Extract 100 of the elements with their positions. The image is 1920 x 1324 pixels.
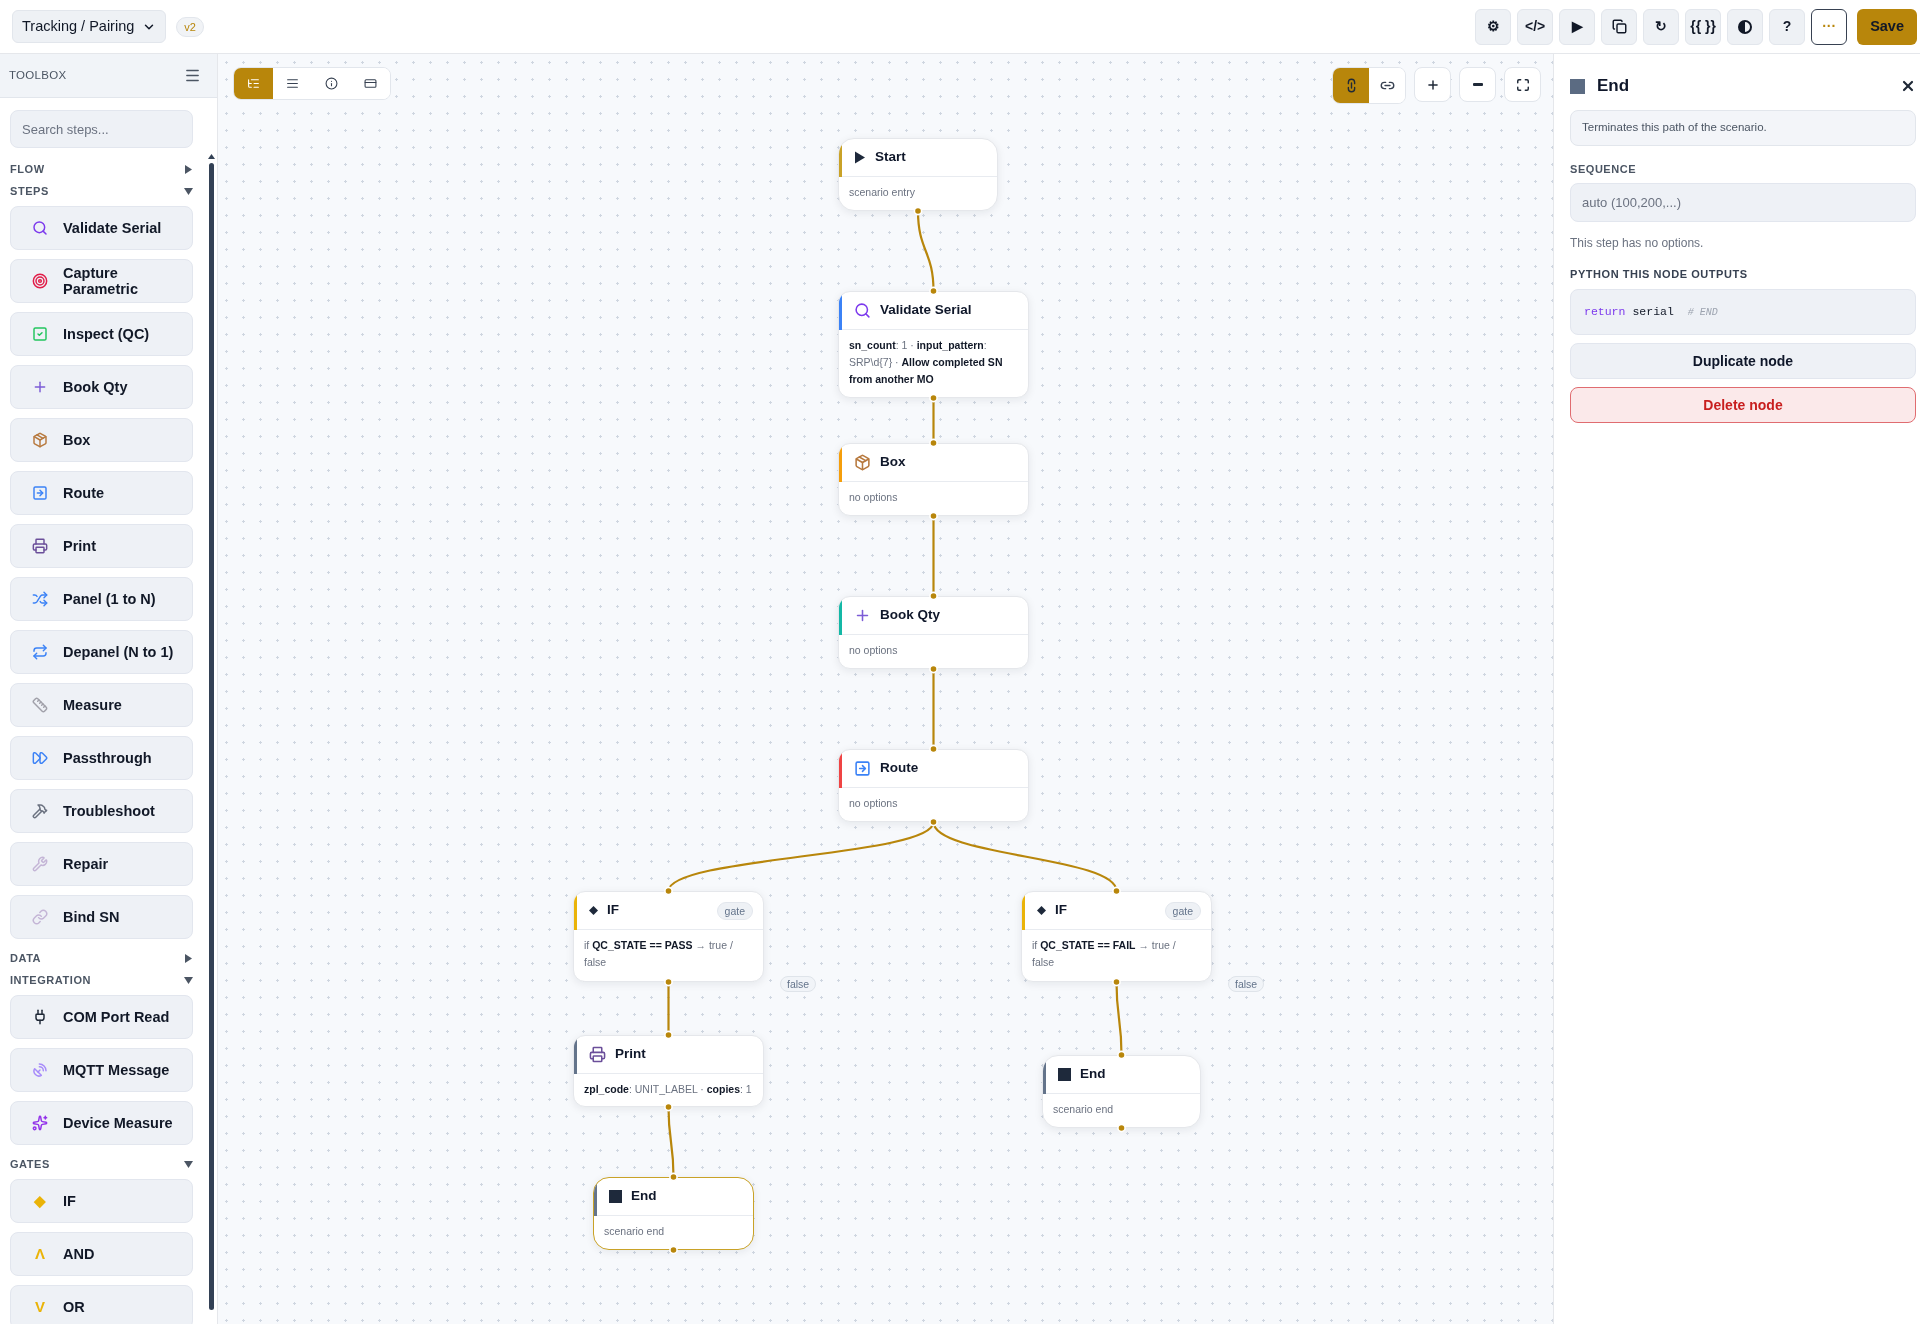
sequence-field[interactable]: auto (100,200,...) <box>1570 182 1916 222</box>
caret-right-icon <box>184 953 193 963</box>
flow-node[interactable]: Start scenario entry <box>838 138 998 211</box>
description-text: Terminates this path of the scenario. <box>1582 120 1767 136</box>
node-tag: gate <box>1164 901 1201 920</box>
step-item[interactable]: Repair <box>10 842 193 886</box>
field-label: SEQUENCE <box>1570 162 1638 177</box>
flow-node[interactable]: Print zpl_code: UNIT_LABEL · copies: 1 <box>573 1035 764 1107</box>
version-tag: v2 <box>176 16 204 37</box>
step-item[interactable]: Bind SN <box>10 895 193 939</box>
flow-node[interactable]: Box no options <box>838 443 1029 516</box>
node-summary: if QC_STATE == PASS → true / false <box>584 938 734 970</box>
step-item[interactable]: COM Port Read <box>10 995 193 1039</box>
caret-down-icon <box>184 975 193 985</box>
step-item[interactable]: Device Measure <box>10 1101 193 1145</box>
plus-icon <box>32 379 48 395</box>
toolbar-button[interactable]: ? <box>1769 8 1806 45</box>
node-summary: scenario entry <box>849 185 916 200</box>
node-summary: no options <box>849 490 899 505</box>
flow-node[interactable]: Book Qty no options <box>838 596 1029 669</box>
magnifier-icon <box>32 220 48 236</box>
code-keyword: return <box>1584 304 1626 321</box>
step-item[interactable]: Depanel (N to 1) <box>10 630 193 674</box>
node-title: IF <box>607 901 619 920</box>
panel-title: End <box>1597 75 1630 98</box>
menu-icon[interactable] <box>184 67 201 84</box>
node-tag: gate <box>716 901 753 920</box>
plug-icon <box>32 1009 48 1025</box>
step-item[interactable]: Box <box>10 418 193 462</box>
fast-forward-icon <box>32 750 48 766</box>
node-title: End <box>1080 1065 1106 1084</box>
step-item[interactable]: Inspect (QC) <box>10 312 193 356</box>
search-field[interactable]: Search steps... <box>10 110 193 148</box>
package-icon <box>32 432 48 448</box>
node-title: Route <box>880 759 919 778</box>
toolbar-button[interactable]: ⚙ <box>1475 8 1512 45</box>
node-summary: no options <box>849 643 899 658</box>
printer-icon <box>589 1046 606 1063</box>
toolbar-button[interactable] <box>1601 8 1638 45</box>
caret-right-icon <box>184 164 193 174</box>
flow-node[interactable]: End scenario end <box>1042 1055 1201 1128</box>
diamond-icon <box>589 906 598 915</box>
toolbar-button[interactable]: ↻ <box>1643 8 1680 45</box>
fit-view-button[interactable] <box>1504 67 1541 102</box>
flow-node[interactable]: IF gate if QC_STATE == FAIL → true / false <box>1021 891 1212 982</box>
ruler-icon <box>32 697 48 713</box>
node-title: IF <box>1055 901 1067 920</box>
section-header[interactable]: FLOW <box>10 158 193 180</box>
panel-title: TOOLBOX <box>9 67 67 83</box>
step-item[interactable]: Panel (1 to N) <box>10 577 193 621</box>
node-title: Validate Serial <box>880 301 972 320</box>
section-header[interactable]: INTEGRATION <box>10 969 193 991</box>
flow-node[interactable]: IF gate if QC_STATE == PASS → true / false <box>573 891 764 982</box>
package-icon <box>854 454 871 471</box>
stop-icon <box>609 1190 622 1203</box>
toolbar-button[interactable]: ▶ <box>1559 8 1596 45</box>
flow-node[interactable]: End scenario end <box>593 1177 754 1250</box>
gate-symbol: ◆ <box>34 1193 46 1209</box>
toolbar-button[interactable]: {{ }} <box>1685 8 1722 45</box>
step-item[interactable]: Measure <box>10 683 193 727</box>
scenario-dropdown[interactable]: Tracking / Pairing <box>12 10 167 43</box>
close-icon[interactable] <box>1900 78 1916 94</box>
node-summary: no options <box>849 796 899 811</box>
node-summary: scenario end <box>1053 1102 1115 1117</box>
scroll-up-icon[interactable] <box>208 154 215 159</box>
node-summary: scenario end <box>604 1224 666 1239</box>
step-item[interactable]: Book Qty <box>10 365 193 409</box>
node-title: Print <box>615 1045 646 1064</box>
list-icon <box>286 77 299 90</box>
step-item[interactable]: Troubleshoot <box>10 789 193 833</box>
step-item[interactable]: Λ AND <box>10 1232 193 1276</box>
delete-button[interactable]: Delete node <box>1570 387 1916 423</box>
step-item[interactable]: Passthrough <box>10 736 193 780</box>
flow-node[interactable]: Route no options <box>838 749 1029 822</box>
toolbar-button[interactable] <box>1727 8 1764 45</box>
toolbar-button[interactable]: </> <box>1517 8 1554 45</box>
step-item[interactable]: ◆ IF <box>10 1179 193 1223</box>
scrollbar[interactable] <box>209 163 214 1310</box>
save-button[interactable]: Save <box>1857 8 1917 45</box>
step-item[interactable]: Route <box>10 471 193 515</box>
step-item[interactable]: Print <box>10 524 193 568</box>
flow-node[interactable]: Validate Serial sn_count: 1 · input_pattern: SRP\d{7} · Allow completed SN from another MO <box>838 291 1029 398</box>
step-item[interactable]: V OR <box>10 1285 193 1324</box>
satellite-dish-icon <box>32 1062 48 1078</box>
step-item[interactable]: MQTT Message <box>10 1048 193 1092</box>
duplicate-button[interactable]: Duplicate node <box>1570 343 1916 379</box>
shuffle-icon <box>32 591 48 607</box>
link-icon <box>32 909 48 925</box>
node-title: End <box>631 1187 657 1206</box>
section-header[interactable]: STEPS <box>10 180 193 202</box>
hammer-icon <box>32 803 48 819</box>
zoom-in-button[interactable] <box>1414 67 1451 102</box>
section-header[interactable]: DATA <box>10 947 193 969</box>
zoom-out-button[interactable] <box>1459 67 1496 102</box>
section-header[interactable]: GATES <box>10 1153 193 1175</box>
layout-toggle[interactable] <box>1333 68 1369 103</box>
view-toggle[interactable] <box>234 68 273 99</box>
node-summary: if QC_STATE == FAIL → true / false <box>1032 938 1177 970</box>
step-item[interactable]: Validate Serial <box>10 206 193 250</box>
step-item[interactable]: Capture Parametric <box>10 259 193 303</box>
